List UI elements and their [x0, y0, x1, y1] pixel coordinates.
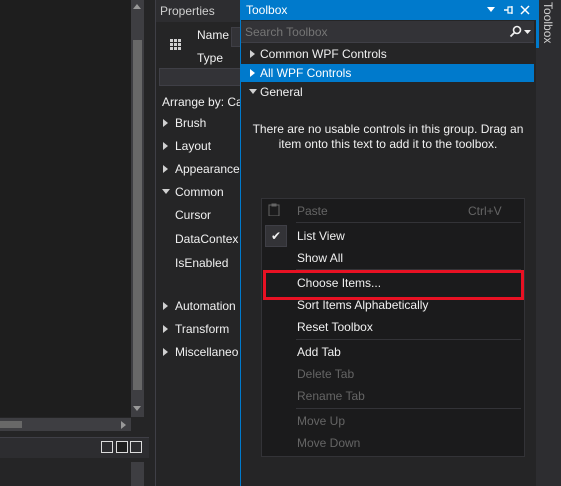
category-brush[interactable]: Brush: [175, 116, 206, 130]
toolbox-side-tab-label: Toolbox: [541, 2, 555, 44]
menu-item-reset-toolbox[interactable]: Reset Toolbox: [262, 316, 522, 338]
expand-arrow-icon[interactable]: [250, 50, 255, 58]
expand-arrow-icon[interactable]: [250, 69, 255, 77]
toolbox-group-general[interactable]: General: [241, 83, 534, 101]
expand-arrow-icon[interactable]: [163, 165, 168, 173]
menu-item-rename-tab[interactable]: Rename Tab: [262, 385, 522, 407]
property-datacontext[interactable]: DataContex: [175, 232, 238, 246]
name-label: Name: [197, 28, 230, 42]
menu-item-move-up[interactable]: Move Up: [262, 410, 522, 432]
menu-item-label: Add Tab: [297, 345, 341, 359]
search-options-dropdown-icon[interactable]: [524, 30, 531, 35]
toolbox-title: Toolbox: [246, 3, 288, 17]
toolbox-group-all-wpf[interactable]: All WPF Controls: [241, 64, 534, 82]
split-vertical-icon[interactable]: [101, 441, 113, 453]
menu-item-show-all[interactable]: Show All: [262, 247, 522, 269]
menu-item-paste[interactable]: Paste Ctrl+V: [262, 200, 522, 222]
menu-item-label: Show All: [297, 251, 344, 265]
element-grid-icon: [170, 39, 181, 50]
menu-item-label: Paste: [297, 204, 328, 218]
menu-item-add-tab[interactable]: Add Tab: [262, 341, 522, 363]
menu-item-label: Reset Toolbox: [297, 320, 373, 334]
arrange-by-dropdown[interactable]: Arrange by: Ca: [162, 95, 240, 109]
menu-item-label: Sort Items Alphabetically: [297, 298, 429, 312]
menu-item-label: Move Up: [297, 414, 346, 428]
menu-item-label: List View: [297, 229, 345, 243]
category-layout[interactable]: Layout: [175, 139, 211, 153]
menu-separator: [296, 408, 521, 409]
window-dropdown-icon[interactable]: [487, 7, 496, 13]
category-appearance[interactable]: Appearance: [175, 162, 240, 176]
category-automation[interactable]: Automation: [175, 299, 236, 313]
category-miscellaneous[interactable]: Miscellaneo: [175, 345, 238, 359]
collapse-pane-icon[interactable]: [130, 441, 142, 453]
empty-group-message: There are no usable controls in this gro…: [252, 122, 524, 151]
menu-item-label: Rename Tab: [297, 389, 365, 403]
expand-arrow-icon[interactable]: [163, 142, 168, 150]
menu-item-list-view[interactable]: List View: [262, 225, 522, 247]
property-cursor[interactable]: Cursor: [175, 208, 211, 222]
properties-title-bar: Properties: [156, 0, 240, 22]
close-icon[interactable]: [520, 5, 530, 15]
scroll-up-arrow-icon[interactable]: [133, 4, 141, 9]
toolbox-group-common-wpf[interactable]: Common WPF Controls: [241, 45, 534, 63]
menu-separator: [296, 339, 521, 340]
category-common[interactable]: Common: [175, 185, 224, 199]
properties-search-input[interactable]: [159, 68, 240, 86]
toolbox-group-label: All WPF Controls: [260, 66, 352, 80]
expand-arrow-icon[interactable]: [163, 325, 168, 333]
properties-panel: Properties Name Type Arrange by: Ca Brus…: [155, 0, 240, 486]
expand-arrow-icon[interactable]: [163, 119, 168, 127]
menu-item-label: Delete Tab: [297, 367, 355, 381]
menu-item-move-down[interactable]: Move Down: [262, 432, 522, 454]
toolbox-side-tab[interactable]: [536, 0, 561, 486]
properties-title: Properties: [160, 4, 215, 18]
vertical-scroll-thumb[interactable]: [133, 40, 142, 390]
highlight-annotation-box: [263, 270, 524, 300]
toolbox-group-label: General: [260, 85, 303, 99]
menu-separator: [296, 222, 521, 223]
search-icon[interactable]: [509, 25, 522, 38]
property-isenabled[interactable]: IsEnabled: [175, 256, 228, 270]
name-input[interactable]: [231, 27, 240, 47]
split-horizontal-icon[interactable]: [116, 441, 128, 453]
menu-item-shortcut: Ctrl+V: [468, 204, 502, 218]
expand-arrow-icon[interactable]: [163, 302, 168, 310]
scroll-right-arrow-icon[interactable]: [121, 421, 126, 429]
toolbox-search: [241, 21, 534, 43]
toolbox-group-label: Common WPF Controls: [260, 47, 387, 61]
editor-canvas[interactable]: [0, 0, 131, 417]
horizontal-scroll-thumb[interactable]: [0, 421, 22, 428]
type-label: Type: [197, 51, 224, 65]
menu-item-label: Move Down: [297, 436, 361, 450]
lower-scrollbar[interactable]: [131, 462, 144, 486]
expand-arrow-icon[interactable]: [163, 348, 168, 356]
category-transform[interactable]: Transform: [175, 322, 229, 336]
toolbox-title-bar: Toolbox: [240, 0, 536, 20]
side-tab-accent: [536, 0, 539, 48]
pin-icon[interactable]: [502, 4, 514, 16]
toolbox-search-input[interactable]: [245, 23, 495, 40]
collapse-arrow-icon[interactable]: [162, 189, 170, 194]
menu-item-delete-tab[interactable]: Delete Tab: [262, 363, 522, 385]
collapse-arrow-icon[interactable]: [249, 89, 257, 94]
scroll-down-arrow-icon[interactable]: [133, 406, 141, 411]
